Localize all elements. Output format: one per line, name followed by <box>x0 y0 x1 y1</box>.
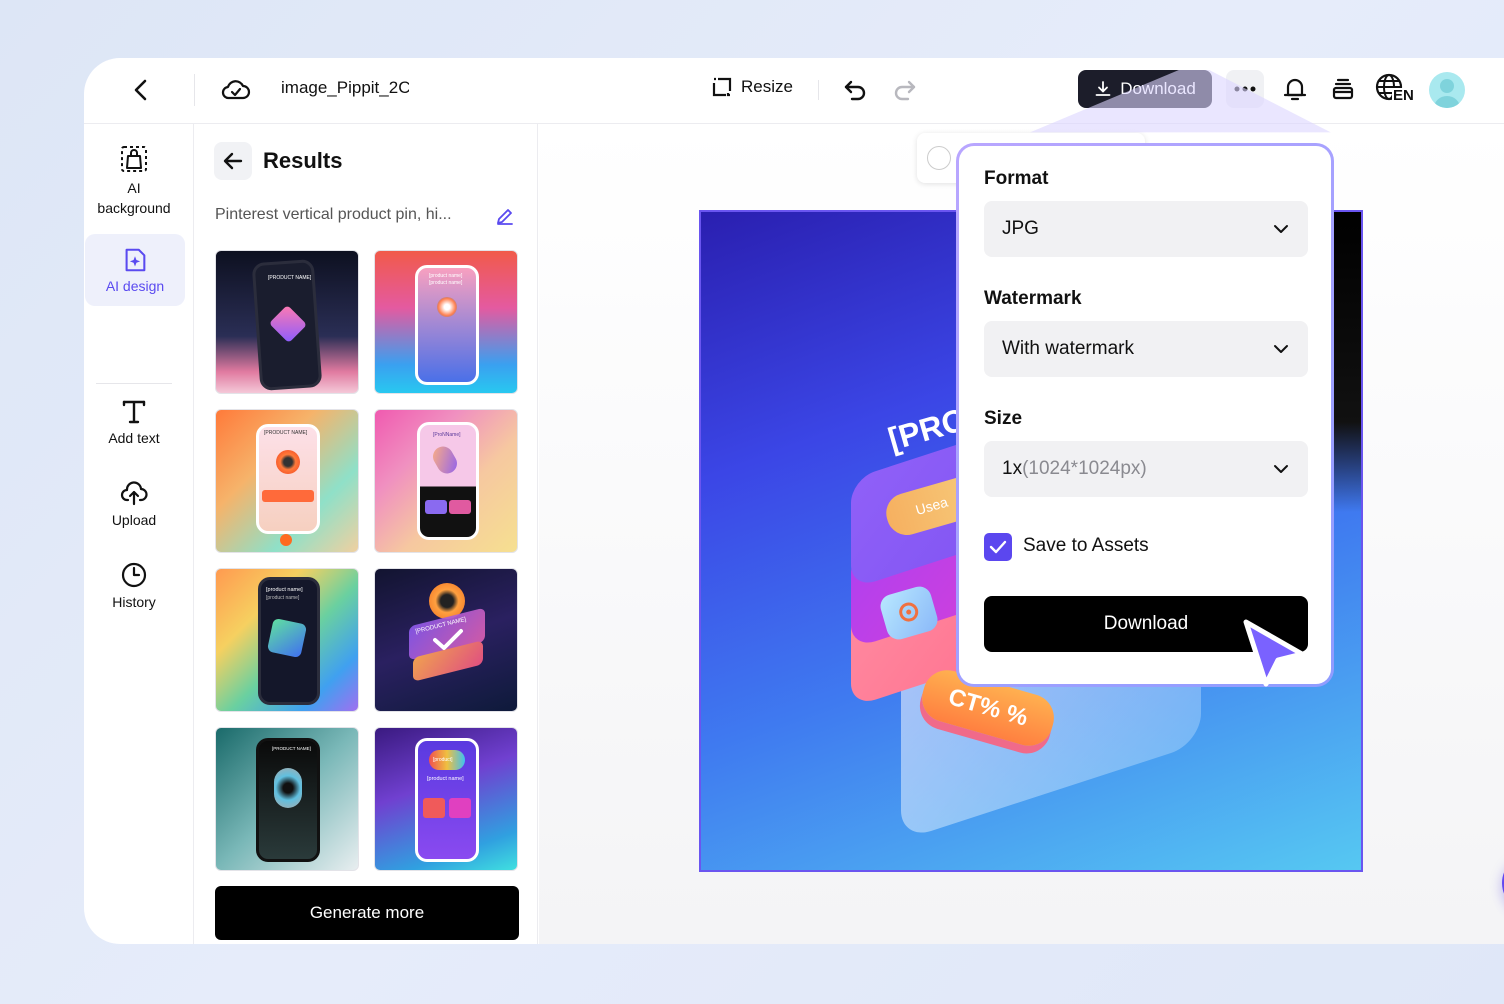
document-title[interactable]: image_Pippit_2C <box>281 78 409 98</box>
product-orb <box>437 297 457 317</box>
resize-icon <box>712 77 732 97</box>
undo-icon[interactable] <box>842 76 870 104</box>
result-thumbnail-5[interactable]: [product name] [product name] <box>215 568 359 712</box>
result-thumbnail-2[interactable]: [product name] [product name] <box>374 250 518 394</box>
rail-label: AI background <box>97 180 171 216</box>
generate-more-button[interactable]: Generate more <box>215 886 519 940</box>
thumbnail-caption: [product name] <box>427 776 464 782</box>
arrow-left-icon <box>223 152 243 170</box>
product-pin <box>274 768 302 808</box>
chevron-down-icon <box>1274 345 1288 353</box>
divider <box>818 80 819 100</box>
rail-item-upload[interactable]: Upload <box>84 478 184 528</box>
rail-item-ai-design[interactable]: AI design <box>85 234 185 306</box>
text-t-icon <box>122 400 146 424</box>
rail-label: AI design <box>105 278 165 294</box>
pencil-edit-icon[interactable] <box>495 206 515 226</box>
selected-check-icon <box>433 629 463 650</box>
thumbnail-caption: [PRODUCT NAME] <box>272 746 311 751</box>
badge-text: CT% % <box>945 683 1031 732</box>
resize-label: Resize <box>741 77 793 96</box>
product-ball <box>280 534 292 546</box>
ai-background-bag-icon <box>121 146 147 172</box>
product-block <box>266 617 308 659</box>
result-thumbnail-3[interactable]: [PRODUCT NAME] <box>215 409 359 553</box>
save-to-assets-checkbox[interactable] <box>984 533 1012 561</box>
format-label: Format <box>984 168 1049 189</box>
popover-beam <box>1030 70 1331 133</box>
avatar-person-icon <box>1434 79 1460 108</box>
chip-text: Usea <box>913 493 950 518</box>
format-value: JPG <box>1002 218 1039 239</box>
results-panel: Results Pinterest vertical product pin, … <box>195 124 538 944</box>
result-thumbnail-1[interactable]: [PRODUCT NAME] <box>215 250 359 394</box>
result-thumbnail-6[interactable]: [PRODUCT NAME] <box>374 568 518 712</box>
watermark-label: Watermark <box>984 288 1082 309</box>
language-code: EN <box>1392 87 1415 104</box>
product-orb <box>276 450 300 474</box>
download-popover: Format JPG Watermark With watermark Size… <box>959 146 1331 684</box>
rail-label: Add text <box>108 430 160 446</box>
mouse-pointer-icon <box>1243 619 1305 687</box>
watermark-value: With watermark <box>1002 338 1134 359</box>
product-card <box>449 500 471 514</box>
checkmark-icon <box>989 540 1007 554</box>
rail-item-add-text[interactable]: Add text <box>84 396 184 446</box>
cloud-sync-icon[interactable] <box>220 74 252 106</box>
thumbnail-caption: [PRODUCT NAME] <box>264 430 308 436</box>
divider <box>194 74 195 106</box>
prompt-preview[interactable]: Pinterest vertical product pin, hi... <box>215 206 483 224</box>
thumbnail-caption: [product name] <box>266 587 303 593</box>
ai-design-sparkle-icon <box>125 248 146 272</box>
product-tile <box>449 798 471 818</box>
result-thumbnail-7[interactable]: [PRODUCT NAME] <box>215 727 359 871</box>
user-avatar[interactable] <box>1429 72 1465 108</box>
rail-item-ai-background[interactable]: AI background <box>84 144 184 218</box>
thumbnail-caption: [product name] <box>429 280 463 286</box>
save-to-assets-label[interactable]: Save to Assets <box>1023 535 1149 557</box>
result-thumbnail-4[interactable]: [ProNName] <box>374 409 518 553</box>
clock-icon <box>121 562 147 588</box>
resize-button[interactable]: Resize <box>710 75 793 99</box>
tool-rail: AI background AI design Add text Upload … <box>84 124 194 944</box>
product-strip <box>262 490 314 502</box>
redo-icon[interactable] <box>890 76 918 104</box>
cloud-upload-icon <box>120 481 148 506</box>
thumbnail-caption: [product name] <box>266 595 300 601</box>
format-select[interactable]: JPG <box>984 201 1308 257</box>
thumbnail-caption: [product] <box>433 757 453 763</box>
chevron-down-icon <box>1274 225 1288 233</box>
thumbnail-caption: [ProNName] <box>433 432 461 438</box>
size-select[interactable]: 1x (1024*1024px) <box>984 441 1308 497</box>
back-arrow-icon[interactable] <box>128 76 156 104</box>
result-thumbnail-8[interactable]: [product] [product name] <box>374 727 518 871</box>
rail-item-history[interactable]: History <box>84 560 184 610</box>
thumbnail-caption: [PRODUCT NAME] <box>268 275 312 281</box>
location-pin-icon <box>899 602 919 622</box>
product-tile <box>423 798 445 818</box>
chevron-down-icon <box>1274 465 1288 473</box>
rail-label: History <box>112 594 156 610</box>
size-value-main: 1x <box>1002 458 1023 479</box>
watermark-select[interactable]: With watermark <box>984 321 1308 377</box>
size-value-detail: (1024*1024px) <box>1022 458 1147 479</box>
language-switcher[interactable]: EN <box>1374 72 1415 108</box>
results-back-button[interactable] <box>214 142 252 180</box>
rail-label: Upload <box>111 512 157 528</box>
divider <box>96 383 172 384</box>
product-card <box>425 500 447 514</box>
size-label: Size <box>984 408 1023 429</box>
thumbnail-caption: [product name] <box>429 273 463 279</box>
color-swatch[interactable] <box>927 146 951 170</box>
results-title: Results <box>263 148 343 173</box>
download-popover-frame: Format JPG Watermark With watermark Size… <box>956 143 1334 687</box>
